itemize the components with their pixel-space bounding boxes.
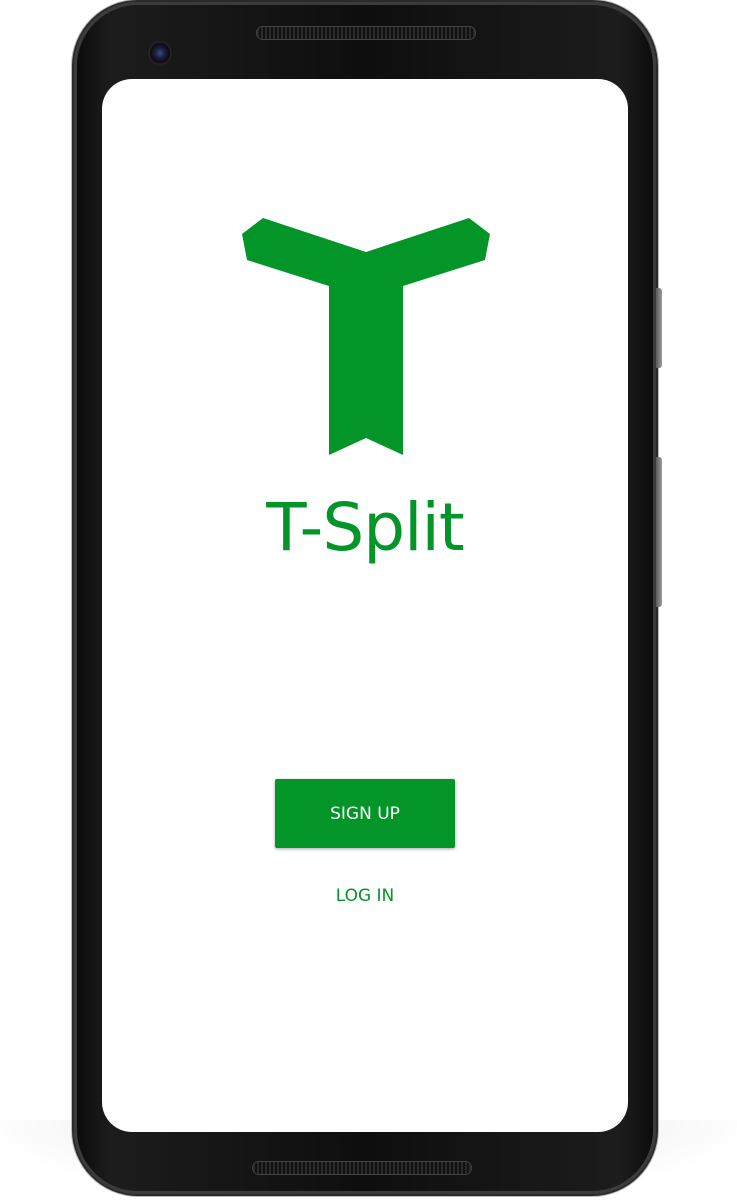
sign-up-button-label: SIGN UP: [330, 803, 400, 824]
volume-button: [656, 457, 662, 607]
front-camera-icon: [150, 43, 170, 63]
device-stage: T-Split SIGN UP LOG IN: [0, 0, 737, 1200]
power-button: [656, 288, 662, 368]
sign-up-button[interactable]: SIGN UP: [275, 779, 455, 848]
bottom-speaker-grille: [253, 1162, 471, 1174]
log-in-button[interactable]: LOG IN: [275, 879, 455, 913]
logo-shape: [242, 218, 490, 455]
top-speaker-grille: [257, 27, 475, 39]
log-in-button-label: LOG IN: [335, 886, 395, 906]
t-split-logo-icon: [242, 218, 490, 455]
app-title: T-Split: [266, 489, 464, 566]
phone-frame: T-Split SIGN UP LOG IN: [74, 2, 662, 1194]
app-screen: T-Split SIGN UP LOG IN: [102, 79, 628, 1132]
